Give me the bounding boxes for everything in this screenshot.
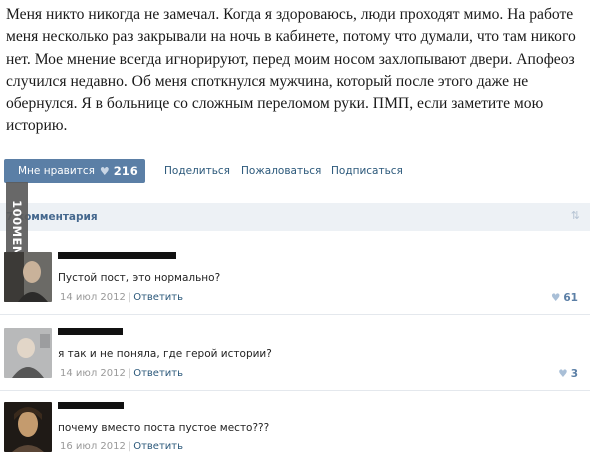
reply-link[interactable]: Ответить [133, 441, 183, 452]
meta-separator: | [127, 292, 132, 303]
author-name-redacted [58, 252, 176, 259]
like-button[interactable]: Мне нравится ♥ 216 [4, 159, 145, 183]
comment-text: я так и не поняла, где герой истории? [58, 348, 272, 360]
comment-likes[interactable]: ♥ 3 [558, 368, 578, 380]
comment-likes[interactable]: ♥ 61 [551, 292, 578, 304]
post-actions: Мне нравится ♥ 216 Поделиться Пожаловать… [4, 159, 584, 185]
comment-text: Пустой пост, это нормально? [58, 272, 221, 284]
like-label: Мне нравится [18, 165, 95, 177]
comments-header[interactable]: 7 комментария ⇅ [0, 203, 590, 231]
meta-separator: | [127, 441, 132, 452]
heart-icon: ♥ [550, 292, 561, 304]
divider [0, 390, 590, 391]
heart-icon: ♥ [99, 164, 110, 178]
report-link[interactable]: Пожаловаться [241, 165, 321, 177]
comment-meta: 14 июл 2012 | Ответить [60, 292, 183, 303]
reply-link[interactable]: Ответить [133, 292, 183, 303]
comment-item: Пустой пост, это нормально? 14 июл 2012 |… [0, 252, 590, 312]
subscribe-link[interactable]: Подписаться [331, 165, 403, 177]
comment-date: 16 июл 2012 [60, 441, 126, 452]
meta-separator: | [127, 368, 132, 379]
comment-like-count: 3 [570, 368, 578, 380]
heart-icon: ♥ [558, 368, 568, 380]
avatar[interactable] [4, 402, 52, 452]
comment-date: 14 июл 2012 [60, 292, 126, 303]
post-text: Меня никто никогда не замечал. Когда я з… [6, 6, 576, 135]
comment-like-count: 61 [563, 292, 578, 304]
comment-text: почему вместо поста пустое место??? [58, 422, 270, 434]
like-count: 216 [113, 164, 138, 178]
avatar[interactable] [4, 252, 52, 302]
comment-date: 14 июл 2012 [60, 368, 126, 379]
comment-item: почему вместо поста пустое место??? 16 и… [0, 402, 590, 462]
reply-link[interactable]: Ответить [133, 368, 183, 379]
divider [0, 314, 590, 315]
comment-meta: 14 июл 2012 | Ответить [60, 368, 183, 379]
comment-item: я так и не поняла, где герой истории? 14… [0, 328, 590, 388]
comment-meta: 16 июл 2012 | Ответить [60, 441, 183, 452]
share-link[interactable]: Поделиться [164, 165, 230, 177]
sort-arrows-icon[interactable]: ⇅ [571, 209, 580, 222]
author-name-redacted [58, 402, 124, 409]
author-name-redacted [58, 328, 123, 335]
avatar[interactable] [4, 328, 52, 378]
